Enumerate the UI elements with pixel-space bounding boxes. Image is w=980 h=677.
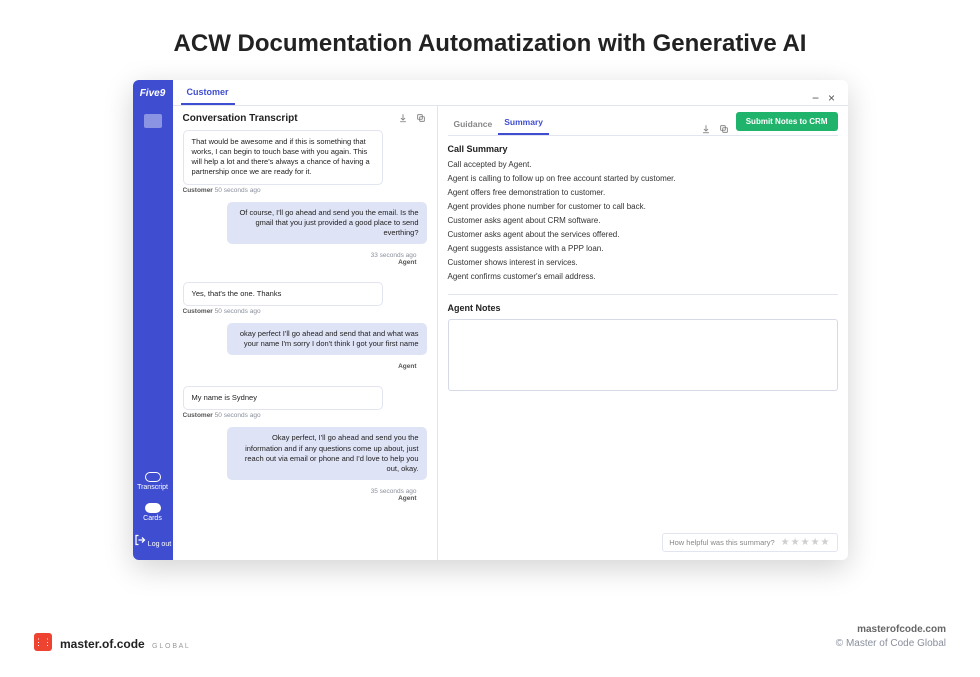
page-title: ACW Documentation Automatization with Ge… [0, 0, 980, 80]
download-icon[interactable] [700, 123, 712, 135]
sidebar-item-label: Log out [148, 541, 171, 548]
summary-line: Call accepted by Agent. [448, 160, 838, 169]
message-bubble: My name is Sydney [183, 386, 383, 410]
summary-line: Customer asks agent about the services o… [448, 230, 838, 239]
copy-icon[interactable] [415, 112, 427, 124]
agent-notes-title: Agent Notes [448, 303, 838, 313]
sidebar-item-logout[interactable]: Log out [133, 528, 173, 554]
call-summary-title: Call Summary [448, 144, 838, 154]
footer-copyright: © Master of Code Global [836, 637, 946, 651]
message-bubble: Yes, that's the one. Thanks [183, 282, 383, 306]
sidebar-item-cards[interactable]: Cards [133, 497, 173, 528]
summary-line: Agent confirms customer's email address. [448, 272, 838, 281]
five9-logo: Five9 [133, 80, 173, 106]
message-meta: Customer 50 seconds ago [183, 308, 427, 315]
logout-icon [134, 534, 146, 546]
sidebar: Five9 Transcript Cards Log out [133, 80, 173, 560]
moc-logo-icon: ⋮⋮ [34, 633, 52, 651]
summary-panel: Guidance Summary Submit Notes to CRM Cal… [438, 106, 848, 560]
rating-widget: How helpful was this summary? ★★★★★ [662, 533, 837, 552]
sidebar-item-label: Transcript [137, 484, 168, 491]
rating-stars[interactable]: ★★★★★ [781, 537, 831, 548]
message-meta: Customer 50 seconds ago [183, 187, 427, 194]
divider [448, 294, 838, 295]
topbar: Customer − × [173, 80, 848, 106]
message-meta: 33 seconds ago Agent [183, 246, 427, 274]
summary-line: Agent is calling to follow up on free ac… [448, 174, 838, 183]
summary-line: Agent offers free demonstration to custo… [448, 188, 838, 197]
main: Customer − × Conversation Transcript Th [173, 80, 848, 560]
copy-icon[interactable] [718, 123, 730, 135]
summary-list: Call accepted by Agent. Agent is calling … [448, 160, 838, 286]
moc-brand: master.of.code G L O B A L [60, 637, 189, 651]
transcript-panel: Conversation Transcript That would be aw… [173, 106, 438, 560]
summary-line: Agent provides phone number for customer… [448, 202, 838, 211]
agent-notes-input[interactable] [448, 319, 838, 391]
rating-prompt: How helpful was this summary? [669, 538, 774, 547]
download-icon[interactable] [397, 112, 409, 124]
transcript-icon [145, 472, 161, 482]
transcript-title: Conversation Transcript [183, 113, 298, 124]
message-bubble: okay perfect I'll go ahead and send that… [227, 323, 427, 355]
tab-customer[interactable]: Customer [181, 83, 235, 105]
cards-icon [145, 503, 161, 513]
sidebar-item-label: Cards [143, 515, 162, 522]
message-bubble: Of course, I'll go ahead and send you th… [227, 202, 427, 244]
footer-site: masterofcode.com [836, 623, 946, 637]
app-window: Five9 Transcript Cards Log out Customer … [133, 80, 848, 560]
summary-line: Customer asks agent about CRM software. [448, 216, 838, 225]
chat-icon[interactable] [133, 106, 173, 136]
minimize-button[interactable]: − [808, 91, 824, 105]
sidebar-item-transcript[interactable]: Transcript [133, 466, 173, 497]
submit-notes-button[interactable]: Submit Notes to CRM [736, 112, 838, 131]
summary-line: Customer shows interest in services. [448, 258, 838, 267]
summary-line: Agent suggests assistance with a PPP loa… [448, 244, 838, 253]
tab-guidance[interactable]: Guidance [448, 115, 499, 135]
message-meta: Customer 50 seconds ago [183, 412, 427, 419]
message-list: That would be awesome and if this is som… [183, 130, 427, 552]
message-meta: 35 seconds ago Agent [183, 482, 427, 510]
footer: ⋮⋮ master.of.code G L O B A L masterofco… [34, 623, 946, 651]
message-meta: Agent [183, 357, 427, 378]
close-button[interactable]: × [824, 91, 840, 105]
tab-summary[interactable]: Summary [498, 113, 549, 135]
message-bubble: That would be awesome and if this is som… [183, 130, 383, 185]
message-bubble: Okay perfect, I'll go ahead and send you… [227, 427, 427, 480]
